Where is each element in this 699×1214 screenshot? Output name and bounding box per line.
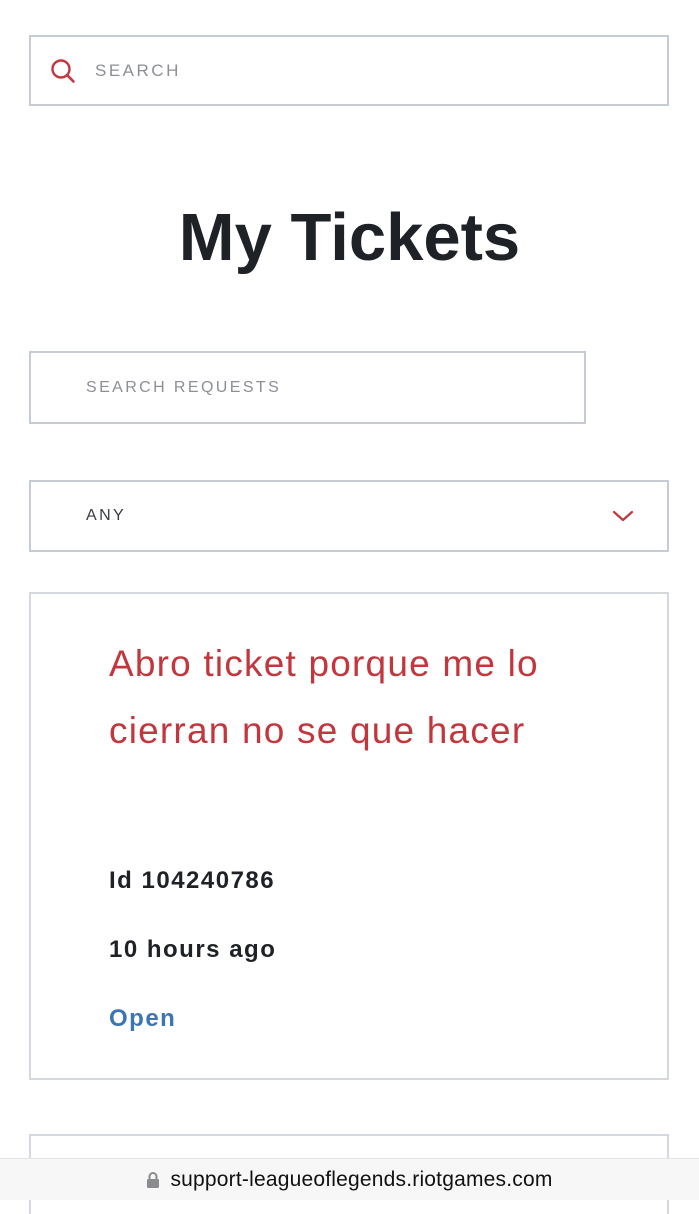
ticket-title-link[interactable]: Abro ticket porque me lo cierran no se q… bbox=[109, 630, 609, 764]
requests-search-input[interactable] bbox=[86, 378, 526, 397]
status-filter-select[interactable]: ANY bbox=[29, 480, 669, 552]
requests-search-box[interactable] bbox=[29, 351, 586, 424]
ticket-status-badge: Open bbox=[109, 1005, 177, 1032]
ticket-id: Id 104240786 bbox=[109, 867, 276, 894]
site-search-box[interactable] bbox=[29, 35, 669, 106]
site-search-input[interactable] bbox=[95, 60, 615, 81]
ticket-card[interactable]: Abro ticket porque me lo cierran no se q… bbox=[29, 592, 669, 1080]
browser-url-bar[interactable]: support-leagueoflegends.riotgames.com bbox=[0, 1158, 699, 1200]
search-icon[interactable] bbox=[49, 57, 77, 85]
ticket-timestamp: 10 hours ago bbox=[109, 936, 277, 963]
page-title: My Tickets bbox=[178, 200, 521, 275]
browser-url-text: support-leagueoflegends.riotgames.com bbox=[170, 1167, 553, 1191]
lock-icon bbox=[146, 1171, 160, 1189]
status-filter-value: ANY bbox=[86, 507, 127, 524]
chevron-down-icon bbox=[611, 504, 635, 528]
